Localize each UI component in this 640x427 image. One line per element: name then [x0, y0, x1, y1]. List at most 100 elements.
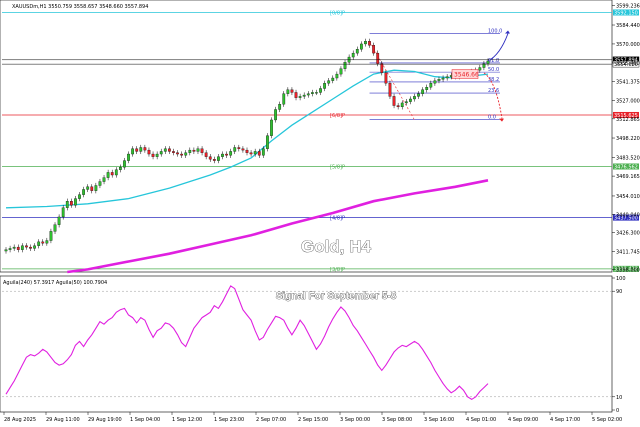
candle-body: [245, 149, 249, 153]
level-label: [0/8]P: [330, 10, 345, 16]
candle-body: [114, 169, 118, 176]
candle-body: [478, 67, 482, 71]
candle-body: [433, 80, 437, 84]
x-tick-label: 2 Sep 07:00: [256, 417, 286, 423]
candle-body: [212, 159, 216, 161]
osc-tick-label: 10: [616, 395, 622, 401]
candle-body: [78, 194, 81, 199]
y-tick-label: 3584.440: [616, 23, 640, 29]
candle-body: [282, 93, 286, 105]
candle-body: [241, 148, 245, 151]
osc-tick-label: 100: [616, 276, 626, 282]
candle-body: [368, 41, 371, 46]
candle-body: [49, 231, 53, 241]
candle-body: [425, 87, 429, 90]
candle-body: [253, 151, 257, 155]
candle-body: [409, 98, 412, 102]
candle-body: [233, 147, 237, 152]
fib-label: 50.0: [488, 67, 499, 73]
candle-body: [57, 216, 61, 225]
candle-body: [217, 156, 220, 161]
candle-body: [4, 249, 8, 252]
candle-body: [151, 153, 155, 157]
candle-body: [135, 148, 139, 152]
candle-body: [37, 241, 41, 246]
candle-body: [294, 92, 298, 98]
candle-body: [168, 148, 171, 152]
candle-body: [176, 152, 179, 155]
candle-body: [41, 241, 45, 244]
candle-body: [388, 83, 392, 97]
candle-body: [29, 246, 32, 249]
candle-body: [290, 89, 294, 93]
candle-body: [298, 96, 302, 98]
candle-body: [123, 160, 126, 168]
candle-body: [172, 151, 175, 153]
y-tick-label: 3454.010: [616, 194, 640, 200]
candle-body: [335, 73, 339, 79]
candle-body: [319, 88, 322, 93]
x-tick-label: 28 Aug 2025: [4, 417, 36, 423]
x-tick-label: 3 Sep 00:00: [340, 417, 370, 423]
candle-body: [270, 119, 273, 136]
candle-body: [274, 109, 277, 121]
candle-body: [315, 92, 318, 94]
candle-body: [249, 152, 253, 155]
candle-body: [302, 94, 306, 97]
candle-body: [392, 96, 396, 106]
candle-body: [286, 89, 290, 94]
x-tick-label: 5 Sep 02:00: [592, 417, 622, 423]
x-tick-label: 1 Sep 12:00: [172, 417, 202, 423]
x-tick-label: 3 Sep 08:00: [382, 417, 412, 423]
y-tick-label: 3469.165: [616, 174, 640, 180]
candle-body: [327, 80, 331, 84]
y-tick-label: 3498.220: [616, 136, 640, 142]
candle-body: [159, 151, 163, 155]
candle-body: [118, 166, 122, 170]
signal-title: Signal For September 5-8: [276, 291, 397, 302]
candle-body: [261, 148, 265, 156]
y-tick-label: 3411.745: [616, 249, 640, 255]
candle-body: [445, 76, 449, 79]
fib-label: 61.8: [488, 58, 499, 64]
x-tick-label: 1 Sep 04:00: [130, 417, 160, 423]
y-tick-label: 3599.236: [616, 4, 640, 10]
candle-body: [53, 224, 57, 232]
candle-body: [364, 41, 367, 45]
candle-body: [323, 83, 326, 89]
candle-body: [413, 96, 416, 100]
candle-body: [86, 186, 90, 190]
candle-body: [82, 189, 85, 195]
candle-body: [12, 246, 16, 249]
candle-body: [196, 148, 200, 152]
fib-label: 0.0: [488, 114, 496, 120]
candle-body: [65, 201, 69, 208]
level-label: [3/8]P: [330, 267, 345, 273]
candle-body: [441, 77, 445, 80]
symbol-header: XAUUSDm,H1 3550.759 3558.657 3548.660 35…: [12, 4, 148, 10]
candle-body: [20, 245, 24, 250]
level-label: [4/8]P: [330, 216, 345, 222]
x-tick-label: 29 Aug 19:00: [88, 417, 122, 423]
candle-body: [98, 181, 102, 186]
candle-body: [266, 135, 269, 149]
fib-label: 23.6: [488, 88, 499, 94]
candle-body: [180, 153, 184, 156]
candle-body: [225, 153, 228, 156]
candle-body: [110, 172, 114, 176]
candle-body: [16, 246, 20, 250]
candle-body: [359, 43, 363, 50]
chart-svg: [0/8]P 3592.150[6/8]P 3515.625[5/8]P 3476.5…: [0, 0, 640, 427]
x-tick-label: 4 Sep 01:00: [466, 417, 496, 423]
y-tick-label: 3426.300: [616, 230, 640, 236]
target-label: 3546.66: [454, 72, 479, 79]
y-tick-label: 3555.460: [616, 61, 640, 67]
x-tick-label: 4 Sep 09:00: [508, 417, 538, 423]
candle-body: [102, 177, 106, 182]
level-tag: 3592.150: [614, 10, 638, 16]
candle-body: [310, 92, 314, 94]
candle-body: [61, 207, 65, 218]
candle-body: [94, 185, 98, 191]
x-tick-label: 4 Sep 17:00: [550, 417, 580, 423]
candle-body: [188, 149, 192, 153]
